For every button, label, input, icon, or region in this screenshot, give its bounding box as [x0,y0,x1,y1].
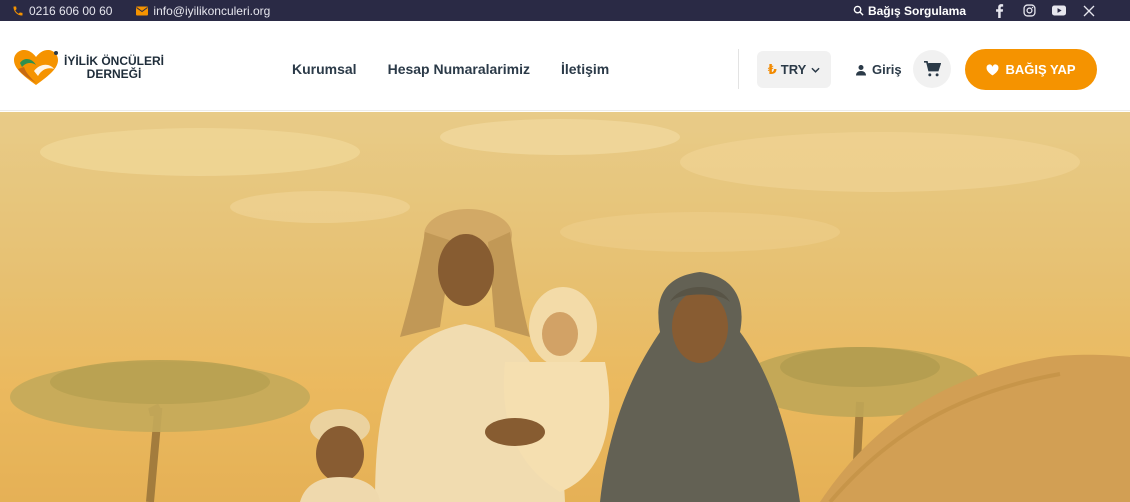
x-icon[interactable] [1082,4,1096,18]
hero-banner [0,112,1130,502]
logo-text: İYİLİK ÖNCÜLERİ DERNEĞİ [64,55,164,81]
facebook-icon[interactable] [992,3,1006,18]
search-icon [853,5,864,16]
donate-button[interactable]: BAĞIŞ YAP [965,49,1097,90]
hero-image [0,112,1130,502]
phone-number: 0216 606 00 60 [29,3,113,18]
email-link[interactable]: info@iyilikonculeri.org [136,4,270,18]
header-divider [738,49,739,89]
user-icon [856,64,866,75]
login-link[interactable]: Giriş [855,62,902,77]
logo-line-2: DERNEĞİ [86,67,142,81]
cart-icon [924,61,941,77]
donation-query-link[interactable]: Bağış Sorgulama [853,4,966,18]
logo-line-1: İYİLİK ÖNCÜLERİ [64,54,165,68]
currency-value: TRY [780,62,807,77]
heart-logo-icon [14,50,58,85]
nav-item-hesap-numaralarimiz[interactable]: Hesap Numaralarimiz [388,61,530,77]
email-address: info@iyilikonculeri.org [153,3,271,18]
youtube-icon[interactable] [1052,4,1066,18]
currency-selector[interactable]: ₺ TRY [757,51,831,88]
donate-label: BAĞIŞ YAP [1005,62,1076,77]
login-label: Giriş [872,62,902,77]
mail-icon [136,6,149,15]
chevron-down-icon [811,67,820,73]
site-logo[interactable]: İYİLİK ÖNCÜLERİ DERNEĞİ [12,47,172,89]
phone-icon [13,6,23,15]
heart-icon [986,63,999,75]
main-header: İYİLİK ÖNCÜLERİ DERNEĞİ Kurumsal Hesap N… [0,21,1130,111]
nav-item-kurumsal[interactable]: Kurumsal [292,61,357,77]
nav-item-iletisim[interactable]: İletişim [561,61,609,77]
lira-icon: ₺ [767,61,777,77]
cart-button[interactable] [913,50,951,88]
instagram-icon[interactable] [1022,4,1036,18]
donation-query-label: Bağış Sorgulama [867,3,966,18]
phone-link[interactable]: 0216 606 00 60 [12,4,112,18]
main-nav: Kurumsal Hesap Numaralarimiz İletişim [292,61,609,77]
top-bar: 0216 606 00 60 info@iyilikonculeri.org B… [0,0,1130,21]
